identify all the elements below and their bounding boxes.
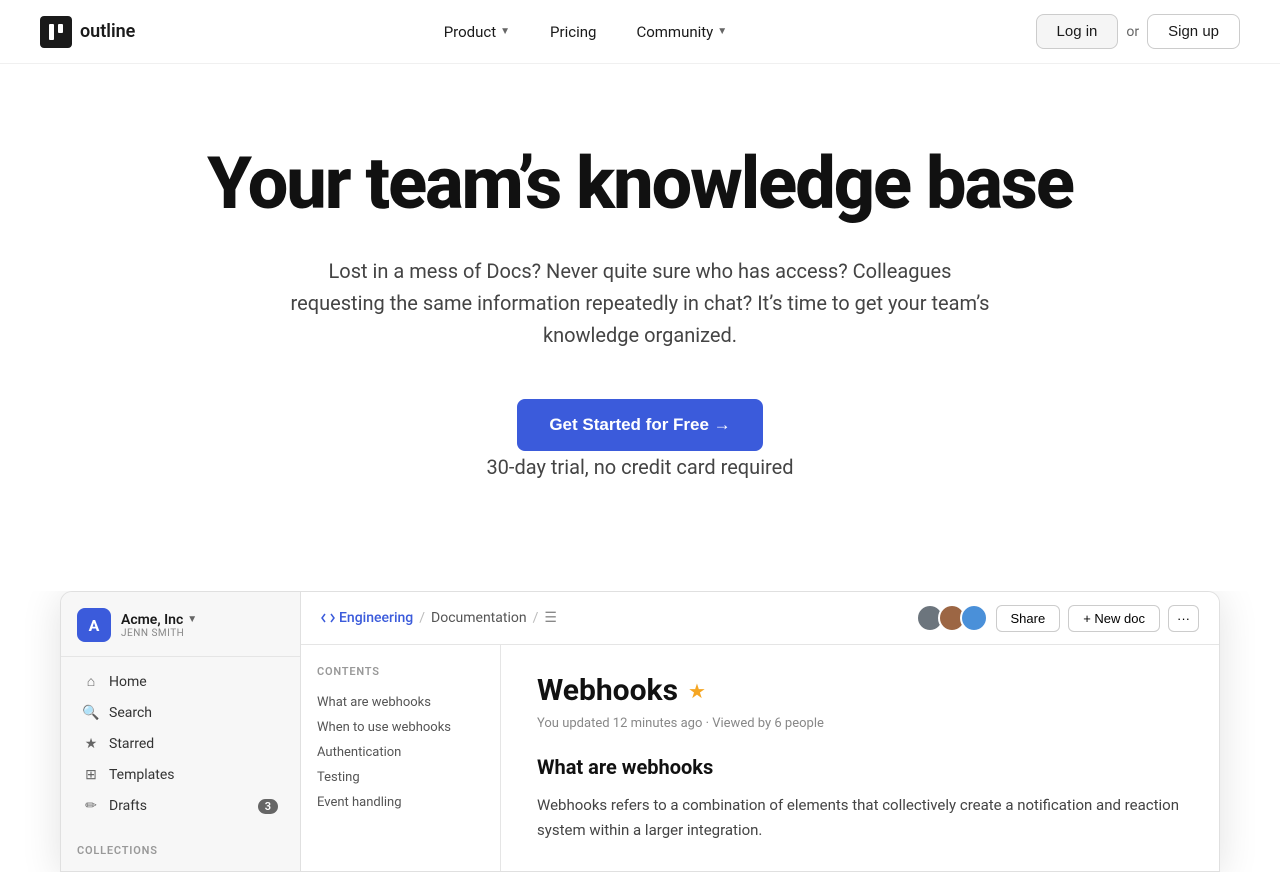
breadcrumb-separator-2: / [533,610,539,626]
avatar-group [916,604,988,632]
doc-body-text: Webhooks refers to a combination of elem… [537,793,1183,843]
home-icon: ⌂ [83,673,99,690]
logo-icon [40,16,72,48]
logo[interactable]: outline [40,16,135,48]
doc-meta: You updated 12 minutes ago · Viewed by 6… [537,716,1183,731]
breadcrumb-code: Engineering [321,610,413,626]
hero-section: Your team’s knowledge base Lost in a mes… [0,64,1280,591]
workspace-user: JENN SMITH [121,628,197,639]
new-doc-button[interactable]: + New doc [1068,605,1160,632]
doc-title-row: Webhooks ★ [537,673,1183,708]
code-icon [321,611,335,625]
toc-label: CONTENTS [317,665,484,678]
doc-section-title: What are webhooks [537,755,1183,779]
chevron-down-icon: ▼ [717,26,727,37]
more-button[interactable]: ··· [1168,605,1199,632]
chevron-down-icon: ▼ [500,26,510,37]
breadcrumb: Engineering / Documentation / ☰ [321,610,557,626]
breadcrumb-separator: / [419,610,425,626]
search-icon: 🔍 [83,705,99,721]
toc-item-auth[interactable]: Authentication [317,740,484,765]
share-button[interactable]: Share [996,605,1061,632]
sidebar-item-starred[interactable]: ★ Starred [67,729,294,759]
chevron-down-icon: ▼ [187,614,197,625]
doc-article: Webhooks ★ You updated 12 minutes ago · … [501,645,1219,871]
app-preview: A Acme, Inc ▼ JENN SMITH ⌂ Home 🔍 Search [60,591,1220,872]
hero-headline: Your team’s knowledge base [40,144,1240,223]
sidebar-item-drafts[interactable]: ✏ Drafts 3 [67,791,294,821]
sidebar-item-templates[interactable]: ⊞ Templates [67,760,294,790]
cta-button[interactable]: Get Started for Free → [517,399,762,451]
draft-icon: ✏ [83,798,99,814]
toc-item-when[interactable]: When to use webhooks [317,715,484,740]
nav-or-text: or [1126,24,1139,40]
star-icon: ★ [83,736,99,752]
nav-product[interactable]: Product ▼ [428,15,526,49]
nav-community[interactable]: Community ▼ [620,15,743,49]
doc-title: Webhooks [537,673,678,708]
workspace-header[interactable]: A Acme, Inc ▼ JENN SMITH [61,592,300,657]
hero-subtext: Lost in a mess of Docs? Never quite sure… [290,255,990,351]
template-icon: ⊞ [83,767,99,783]
navbar: outline Product ▼ Pricing Community ▼ Lo… [0,0,1280,64]
doc-toolbar: Engineering / Documentation / ☰ Share + … [301,592,1219,645]
sidebar: A Acme, Inc ▼ JENN SMITH ⌂ Home 🔍 Search [61,592,301,871]
ellipsis-icon: ··· [1177,611,1190,626]
drafts-badge: 3 [258,799,278,814]
toc-item-webhooks[interactable]: What are webhooks [317,690,484,715]
workspace-avatar: A [77,608,111,642]
login-button[interactable]: Log in [1036,14,1119,49]
nav-links: Product ▼ Pricing Community ▼ [428,15,744,49]
logo-text: outline [80,21,135,42]
hero-trial-text: 30-day trial, no credit card required [290,451,990,483]
toolbar-right: Share + New doc ··· [916,604,1200,632]
toc: CONTENTS What are webhooks When to use w… [301,645,501,871]
doc-body: CONTENTS What are webhooks When to use w… [301,645,1219,871]
nav-pricing[interactable]: Pricing [534,15,612,49]
breadcrumb-menu-icon[interactable]: ☰ [544,610,557,626]
breadcrumb-doc: Documentation [431,610,527,626]
avatar-3 [960,604,988,632]
signup-button[interactable]: Sign up [1147,14,1240,49]
star-icon: ★ [688,679,706,703]
workspace-name: Acme, Inc ▼ [121,612,197,628]
sidebar-item-home[interactable]: ⌂ Home [67,666,294,697]
toc-item-testing[interactable]: Testing [317,765,484,790]
main-content: Engineering / Documentation / ☰ Share + … [301,592,1219,871]
workspace-info: Acme, Inc ▼ JENN SMITH [121,612,197,639]
sidebar-item-search[interactable]: 🔍 Search [67,698,294,728]
nav-auth: Log in or Sign up [1036,14,1240,49]
collections-label: COLLECTIONS [61,830,300,861]
sidebar-nav: ⌂ Home 🔍 Search ★ Starred ⊞ Templates ✏ [61,657,300,830]
toc-item-events[interactable]: Event handling [317,790,484,815]
